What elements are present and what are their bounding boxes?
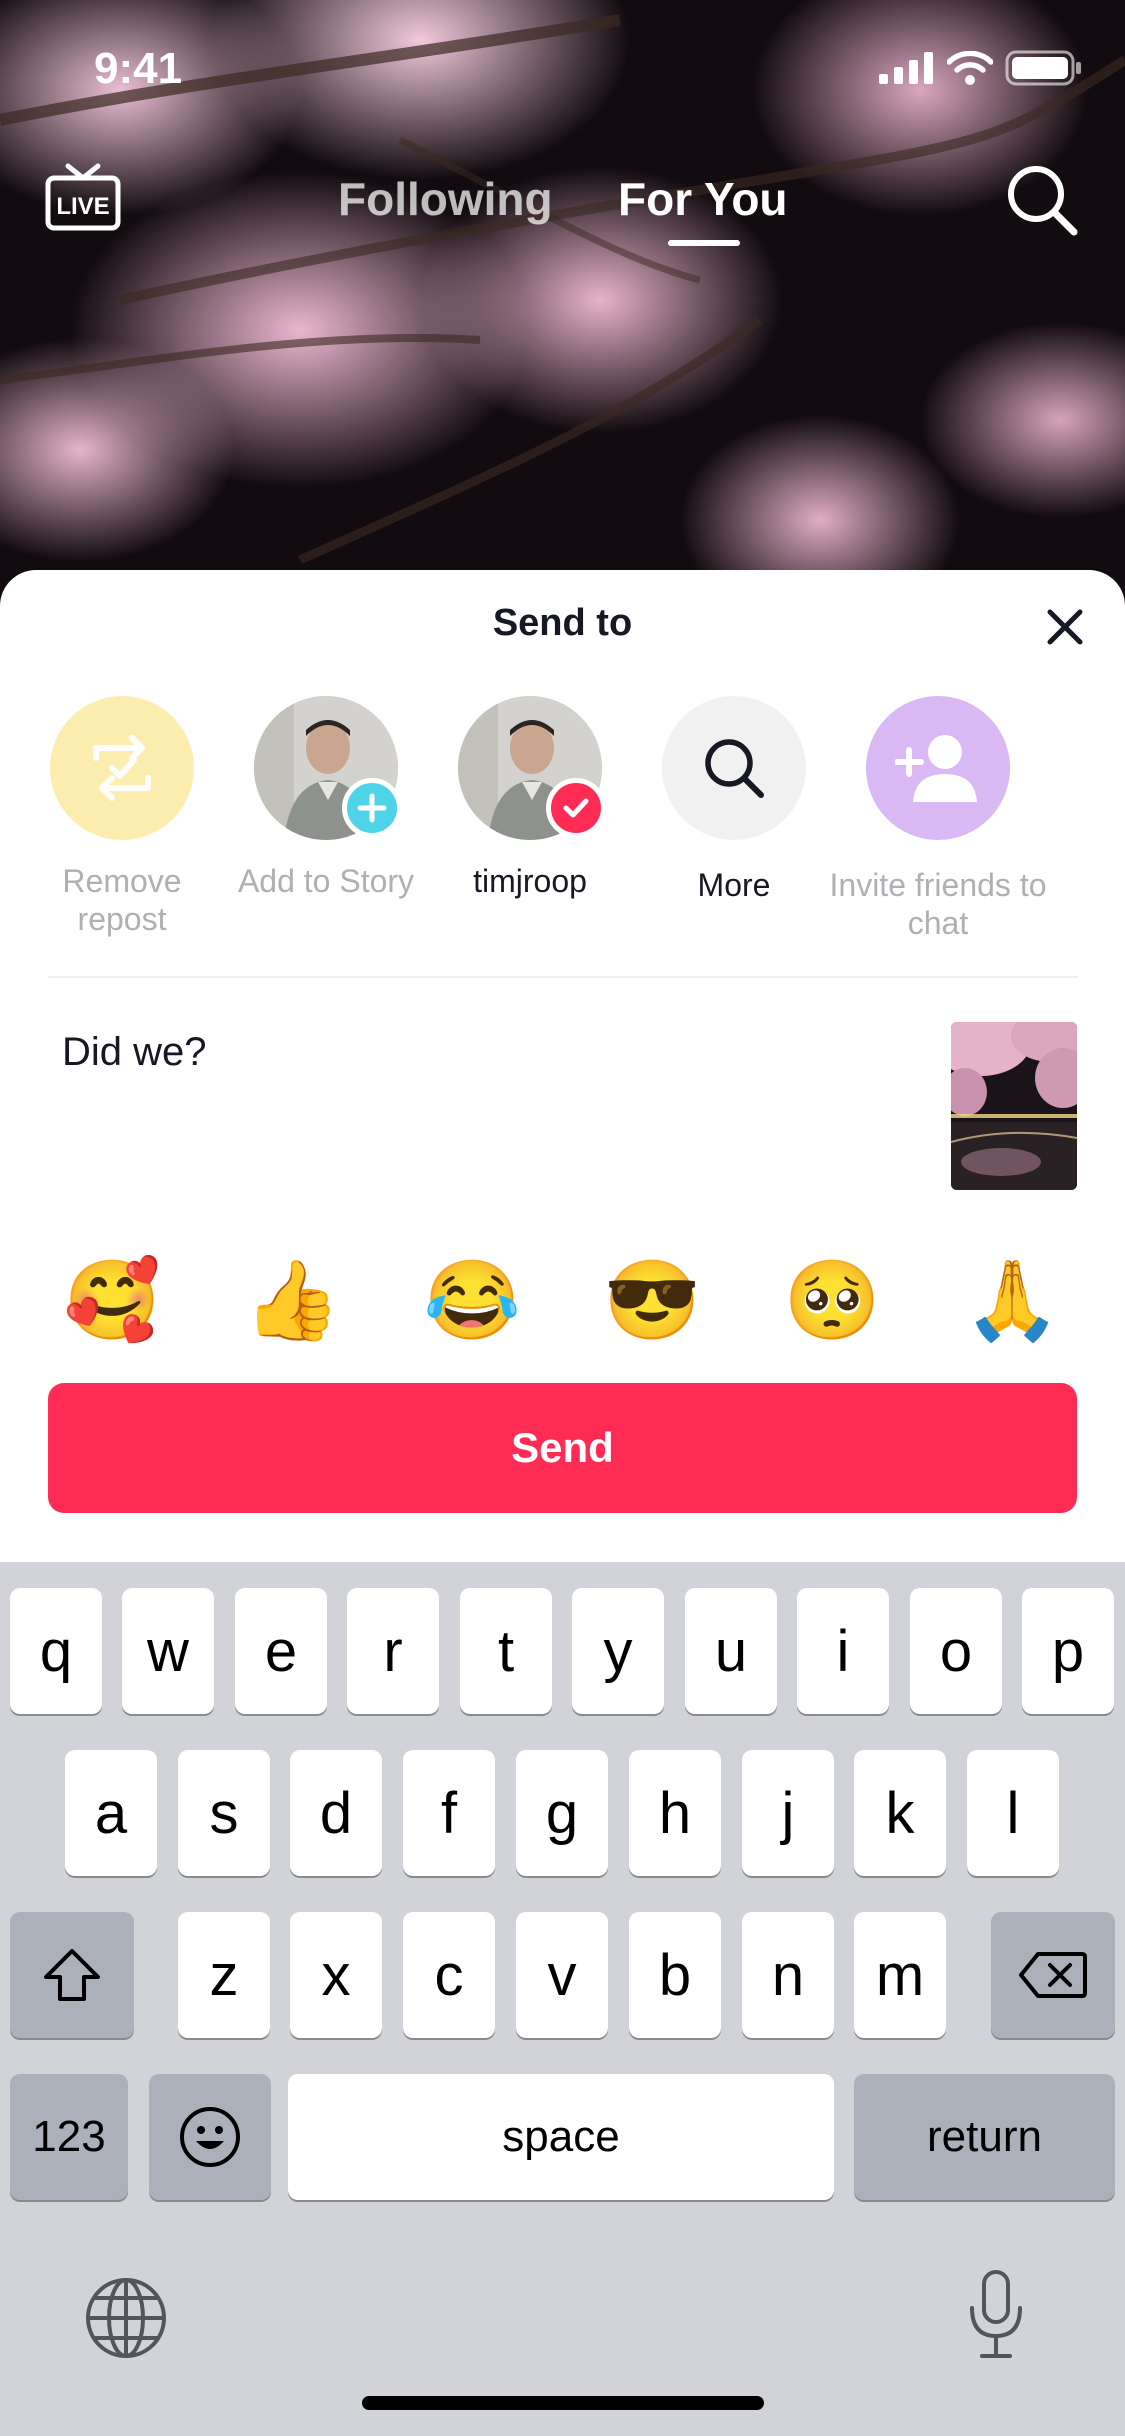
tab-for-you[interactable]: For You — [618, 172, 788, 226]
emoji-button[interactable]: 🥰 — [62, 1250, 162, 1350]
share-label: More — [697, 867, 771, 903]
share-add-to-story[interactable]: Add to Story — [236, 696, 416, 900]
more-circle[interactable] — [662, 696, 806, 840]
plus-icon — [357, 793, 387, 823]
add-to-story-circle[interactable] — [254, 696, 402, 840]
sheet-title: Send to — [492, 602, 633, 644]
key-t[interactable]: t — [460, 1588, 552, 1714]
key-m[interactable]: m — [854, 1912, 946, 2038]
key-n[interactable]: n — [742, 1912, 834, 2038]
thumbnail-image — [951, 1022, 1077, 1190]
backspace-icon — [1019, 1952, 1087, 1998]
share-more[interactable]: More — [644, 696, 824, 904]
share-label: Add to Story — [237, 863, 415, 899]
key-j[interactable]: j — [742, 1750, 834, 1876]
key-v[interactable]: v — [516, 1912, 608, 2038]
key-k[interactable]: k — [854, 1750, 946, 1876]
key-r[interactable]: r — [347, 1588, 439, 1714]
cherry-blossom-branches — [0, 14, 1125, 565]
battery-icon — [1005, 50, 1081, 86]
search-icon — [705, 739, 764, 798]
share-label: Remove repost — [62, 863, 182, 937]
key-p[interactable]: p — [1022, 1588, 1114, 1714]
key-x[interactable]: x — [290, 1912, 382, 2038]
emoji-button[interactable]: 😂 — [422, 1250, 522, 1350]
share-invite-friends[interactable]: Invite friends to chat — [828, 696, 1048, 942]
message-input[interactable]: Did we? — [62, 1030, 207, 1075]
divider — [48, 976, 1078, 978]
shift-key[interactable] — [10, 1912, 134, 2038]
key-d[interactable]: d — [290, 1750, 382, 1876]
plus-badge — [342, 778, 402, 838]
add-person-icon — [895, 735, 977, 802]
share-contact-timjroop[interactable]: timjroop — [440, 696, 620, 900]
microphone-icon[interactable] — [964, 2268, 1028, 2362]
emoji-key[interactable] — [149, 2074, 271, 2200]
video-background[interactable] — [0, 0, 1125, 640]
key-q[interactable]: q — [10, 1588, 102, 1714]
signal-icon — [879, 52, 933, 84]
numbers-key[interactable]: 123 — [10, 2074, 128, 2200]
delete-key[interactable] — [991, 1912, 1115, 2038]
video-thumbnail — [951, 1022, 1077, 1190]
live-icon[interactable]: LIVE — [44, 162, 122, 232]
quick-emoji-row: 🥰 👍 😂 😎 🥺 🙏 — [0, 1250, 1125, 1360]
space-key[interactable]: space — [288, 2074, 834, 2200]
search-icon[interactable] — [1004, 162, 1080, 238]
remove-repost-circle[interactable] — [50, 696, 194, 840]
invite-circle[interactable] — [866, 696, 1010, 840]
close-icon[interactable] — [1042, 604, 1088, 650]
emoji-icon — [180, 2107, 240, 2167]
share-label: timjroop — [473, 863, 587, 899]
key-h[interactable]: h — [629, 1750, 721, 1876]
repost-icon — [93, 735, 151, 801]
emoji-button[interactable]: 😎 — [602, 1250, 702, 1350]
emoji-button[interactable]: 🥺 — [782, 1250, 882, 1350]
key-e[interactable]: e — [235, 1588, 327, 1714]
share-remove-repost[interactable]: Remove repost — [32, 696, 212, 938]
emoji-button[interactable]: 🙏 — [962, 1250, 1062, 1350]
tab-following[interactable]: Following — [338, 172, 553, 226]
active-tab-indicator — [668, 240, 740, 246]
key-w[interactable]: w — [122, 1588, 214, 1714]
key-y[interactable]: y — [572, 1588, 664, 1714]
send-to-sheet: Send to Remove repost Add to Story timjr… — [0, 570, 1125, 1570]
checkmark-icon — [563, 798, 589, 818]
send-button[interactable]: Send — [48, 1383, 1077, 1513]
emoji-button[interactable]: 👍 — [242, 1250, 342, 1350]
key-f[interactable]: f — [403, 1750, 495, 1876]
key-g[interactable]: g — [516, 1750, 608, 1876]
share-label: Invite friends to chat — [829, 867, 1047, 941]
contact-circle[interactable] — [458, 696, 606, 840]
globe-icon[interactable] — [84, 2276, 168, 2360]
key-c[interactable]: c — [403, 1912, 495, 2038]
svg-text:LIVE: LIVE — [56, 193, 109, 220]
wifi-icon — [947, 51, 993, 85]
key-i[interactable]: i — [797, 1588, 889, 1714]
selected-badge — [546, 778, 606, 838]
key-a[interactable]: a — [65, 1750, 157, 1876]
keyboard: q w e r t y u i o p a s d f g h j k l z … — [0, 1562, 1125, 2436]
shift-icon — [44, 1949, 100, 2001]
key-s[interactable]: s — [178, 1750, 270, 1876]
status-icons — [879, 50, 1083, 86]
key-b[interactable]: b — [629, 1912, 721, 2038]
key-z[interactable]: z — [178, 1912, 270, 2038]
status-time: 9:41 — [94, 44, 183, 93]
return-key[interactable]: return — [854, 2074, 1115, 2200]
key-o[interactable]: o — [910, 1588, 1002, 1714]
home-indicator[interactable] — [362, 2396, 764, 2410]
key-l[interactable]: l — [967, 1750, 1059, 1876]
key-u[interactable]: u — [685, 1588, 777, 1714]
